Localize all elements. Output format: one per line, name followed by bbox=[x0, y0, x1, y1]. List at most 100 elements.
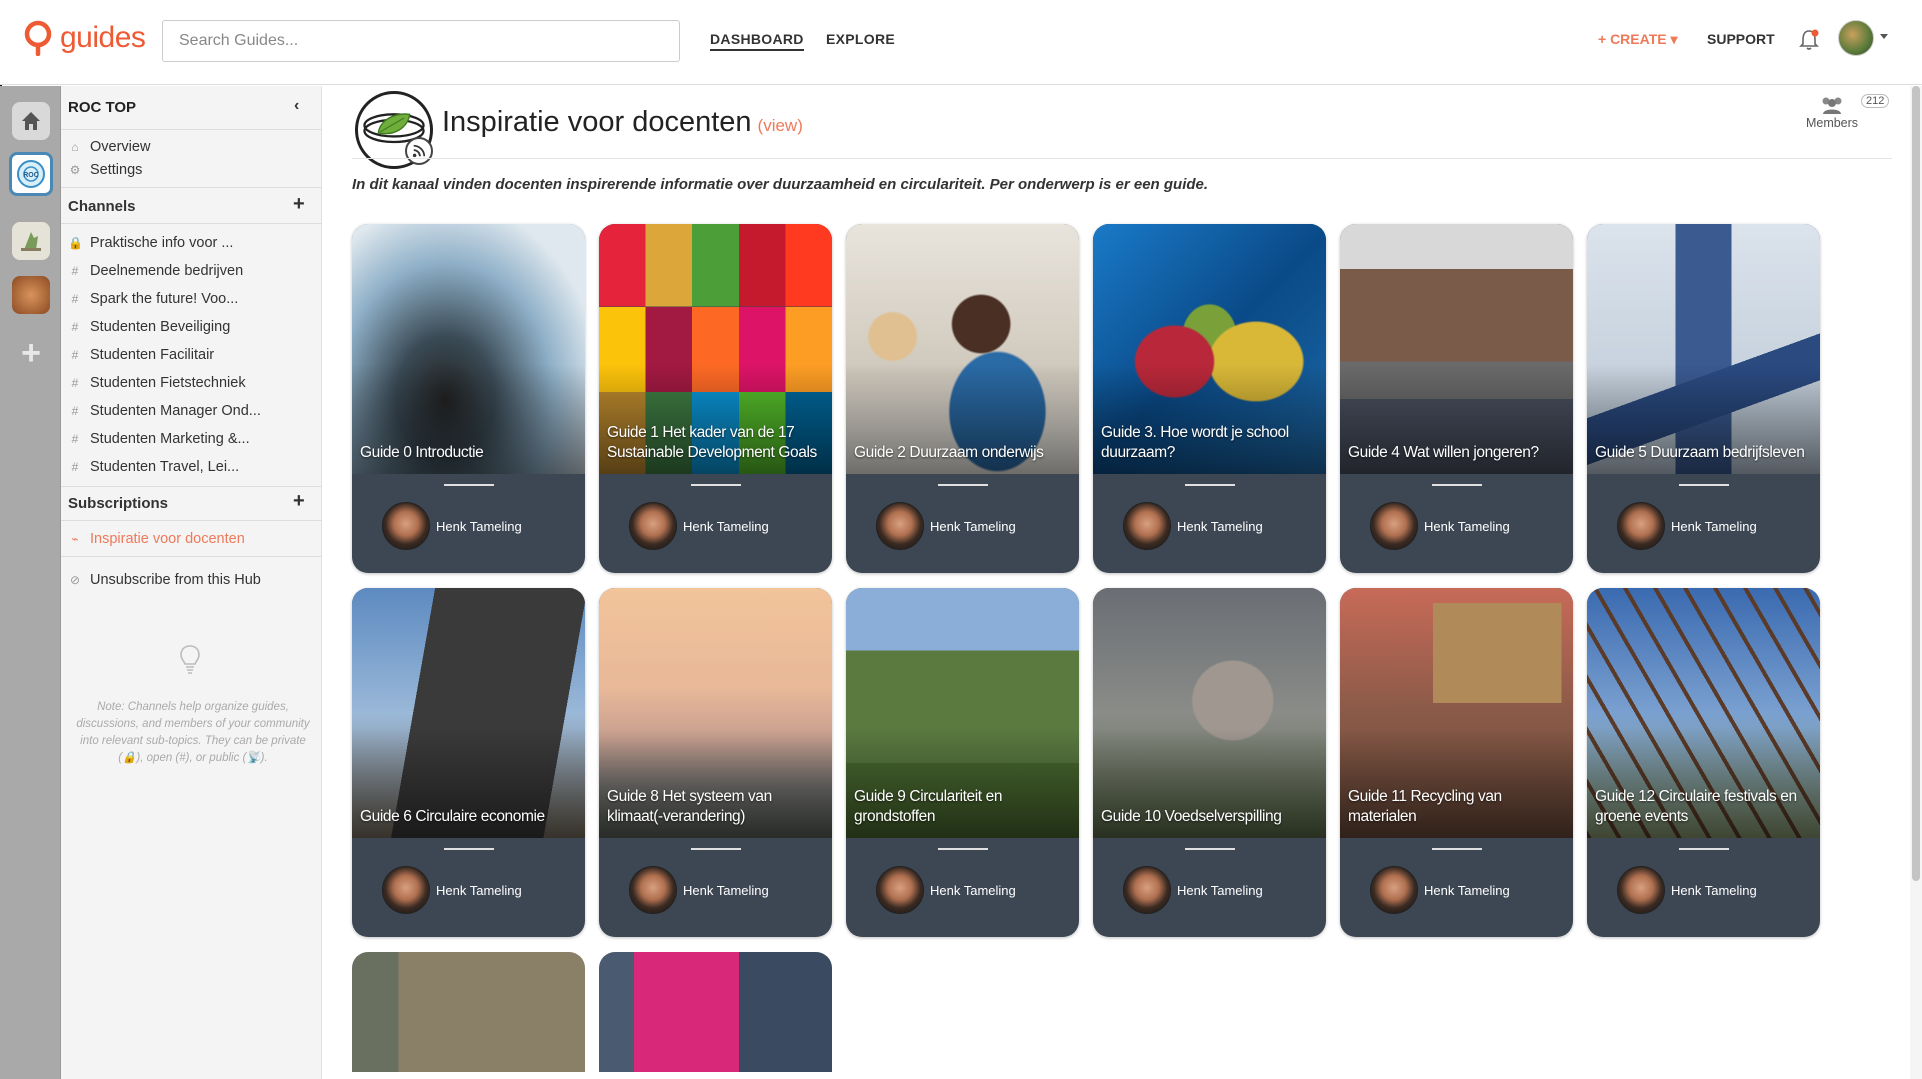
hub-logo-icon bbox=[21, 232, 41, 251]
guide-card[interactable]: Guide 6 Circulaire economie Henk Tamelin… bbox=[352, 588, 585, 937]
channels-heading: Channels bbox=[68, 198, 136, 215]
guide-card[interactable]: Guide 1 Het kader van de 17 Sustainable … bbox=[599, 224, 832, 573]
sidebar-channel-item[interactable]: # Studenten Facilitair bbox=[68, 347, 214, 363]
hub-roc-top[interactable]: ROC bbox=[9, 152, 53, 196]
sidebar-subscription-item[interactable]: ⌁ Inspiratie voor docenten bbox=[68, 531, 245, 547]
nav-explore[interactable]: EXPLORE bbox=[826, 31, 895, 47]
guide-card[interactable]: Guide 0 Introductie Henk Tameling bbox=[352, 224, 585, 573]
sidebar-item-label: Praktische info voor ... bbox=[90, 235, 234, 251]
sidebar-channel-item[interactable]: # Studenten Marketing &... bbox=[68, 431, 250, 447]
guides-logo-icon bbox=[24, 20, 52, 56]
add-channel-icon[interactable]: + bbox=[293, 193, 305, 216]
guide-title: Guide 1 Het kader van de 17 Sustainable … bbox=[607, 424, 817, 461]
guide-cover-image bbox=[352, 224, 585, 474]
guide-card[interactable]: Guide 11 Recycling van materialen Henk T… bbox=[1340, 588, 1573, 937]
guide-author[interactable]: Henk Tameling bbox=[876, 866, 1016, 914]
author-avatar bbox=[876, 502, 924, 550]
user-avatar[interactable] bbox=[1838, 20, 1874, 56]
nav-dashboard[interactable]: DASHBOARD bbox=[710, 31, 804, 51]
create-button[interactable]: + CREATE ▾ bbox=[1598, 31, 1678, 48]
unsubscribe-label: Unsubscribe from this Hub bbox=[90, 572, 261, 588]
guide-author[interactable]: Henk Tameling bbox=[629, 502, 769, 550]
sidebar-item-overview[interactable]: ⌂ Overview bbox=[68, 139, 150, 155]
author-name: Henk Tameling bbox=[1424, 882, 1510, 898]
guide-card[interactable]: Guide 10 Voedselverspilling Henk Tamelin… bbox=[1093, 588, 1326, 937]
divider bbox=[938, 848, 988, 850]
collapse-sidebar-icon[interactable]: ‹ bbox=[294, 97, 299, 115]
sidebar-channel-item[interactable]: # Spark the future! Voo... bbox=[68, 291, 239, 307]
sidebar-channel-item[interactable]: # Deelnemende bedrijven bbox=[68, 263, 244, 279]
guides-logo[interactable]: guides bbox=[24, 20, 146, 56]
sidebar-item-label: Inspiratie voor docenten bbox=[90, 531, 245, 547]
author-avatar bbox=[1123, 502, 1171, 550]
guide-card[interactable]: Guide 9 Circulariteit en grondstoffen He… bbox=[846, 588, 1079, 937]
guide-card[interactable]: Guide 3. Hoe wordt je school duurzaam? H… bbox=[1093, 224, 1326, 573]
sidebar-channel-item[interactable]: # Studenten Fietstechniek bbox=[68, 375, 246, 391]
page-scrollbar[interactable] bbox=[1910, 86, 1922, 1079]
guide-author[interactable]: Henk Tameling bbox=[382, 502, 522, 550]
unsubscribe-link[interactable]: ⊘ Unsubscribe from this Hub bbox=[68, 572, 261, 588]
nav-support[interactable]: SUPPORT bbox=[1707, 31, 1775, 47]
sidebar-channel-item[interactable]: # Studenten Beveiliging bbox=[68, 319, 231, 335]
divider bbox=[1432, 848, 1482, 850]
guide-card[interactable]: Guide 4 Wat willen jongeren? Henk Tameli… bbox=[1340, 224, 1573, 573]
author-avatar bbox=[382, 502, 430, 550]
guide-title: Guide 10 Voedselverspilling bbox=[1101, 808, 1282, 825]
guide-author[interactable]: Henk Tameling bbox=[1370, 866, 1510, 914]
members-button[interactable]: 212 Members bbox=[1797, 94, 1890, 130]
search-input[interactable] bbox=[162, 20, 680, 62]
divider bbox=[938, 484, 988, 486]
members-label: Members bbox=[1805, 116, 1859, 130]
sidebar-item-settings[interactable]: ⚙ Settings bbox=[68, 162, 143, 178]
sidebar-item-label: Studenten Fietstechniek bbox=[90, 375, 246, 391]
sidebar-channel-item[interactable]: # Studenten Manager Ond... bbox=[68, 403, 261, 419]
rss-icon: ⌁ bbox=[71, 532, 79, 546]
guide-author[interactable]: Henk Tameling bbox=[876, 502, 1016, 550]
guide-cover-image bbox=[1587, 224, 1820, 474]
divider bbox=[1679, 484, 1729, 486]
divider bbox=[61, 486, 322, 487]
guide-card-partial[interactable] bbox=[599, 952, 832, 1072]
guide-author[interactable]: Henk Tameling bbox=[382, 866, 522, 914]
guide-title: Guide 2 Duurzaam onderwijs bbox=[854, 444, 1044, 461]
home-icon[interactable] bbox=[12, 102, 50, 140]
guide-author[interactable]: Henk Tameling bbox=[1617, 866, 1757, 914]
guide-card-partial[interactable] bbox=[352, 952, 585, 1072]
scrollbar-thumb[interactable] bbox=[1912, 86, 1920, 881]
add-subscription-icon[interactable]: + bbox=[293, 490, 305, 513]
hub-third[interactable] bbox=[12, 276, 50, 314]
author-name: Henk Tameling bbox=[930, 518, 1016, 534]
author-avatar bbox=[1370, 502, 1418, 550]
sidebar-channel-item[interactable]: 🔒 Praktische info voor ... bbox=[68, 235, 233, 251]
guide-title: Guide 3. Hoe wordt je school duurzaam? bbox=[1101, 424, 1289, 461]
author-avatar bbox=[1123, 866, 1171, 914]
divider bbox=[1185, 484, 1235, 486]
guide-author[interactable]: Henk Tameling bbox=[1370, 502, 1510, 550]
guide-author[interactable]: Henk Tameling bbox=[629, 866, 769, 914]
guide-author[interactable]: Henk Tameling bbox=[1617, 502, 1757, 550]
sidebar-channel-item[interactable]: # Studenten Travel, Lei... bbox=[68, 459, 239, 475]
sidebar-item-label: Studenten Marketing &... bbox=[90, 431, 250, 447]
chevron-down-icon[interactable] bbox=[1880, 34, 1888, 39]
notification-bell-icon[interactable] bbox=[1798, 28, 1820, 52]
divider bbox=[61, 556, 322, 557]
guide-author[interactable]: Henk Tameling bbox=[1123, 866, 1263, 914]
author-name: Henk Tameling bbox=[436, 518, 522, 534]
hub-second[interactable] bbox=[12, 222, 50, 260]
view-link[interactable]: (view) bbox=[758, 116, 803, 135]
top-navbar: guides DASHBOARD EXPLORE + CREATE ▾ SUPP… bbox=[0, 0, 1922, 85]
add-hub-icon[interactable]: + bbox=[12, 334, 50, 372]
guide-card[interactable]: Guide 5 Duurzaam bedrijfsleven Henk Tame… bbox=[1587, 224, 1820, 573]
divider bbox=[61, 129, 322, 130]
lock-icon: 🔒 bbox=[68, 236, 83, 250]
rss-icon[interactable] bbox=[405, 137, 433, 165]
guide-card[interactable]: Guide 12 Circulaire festivals en groene … bbox=[1587, 588, 1820, 937]
guide-cover-image bbox=[1093, 588, 1326, 838]
author-avatar bbox=[629, 866, 677, 914]
guide-title: Guide 5 Duurzaam bedrijfsleven bbox=[1595, 444, 1805, 461]
guide-card[interactable]: Guide 8 Het systeem van klimaat(-verande… bbox=[599, 588, 832, 937]
channel-main: Inspiratie voor docenten (view) 212 Membe… bbox=[322, 86, 1910, 1079]
guide-author[interactable]: Henk Tameling bbox=[1123, 502, 1263, 550]
author-name: Henk Tameling bbox=[683, 518, 769, 534]
guide-card[interactable]: Guide 2 Duurzaam onderwijs Henk Tameling bbox=[846, 224, 1079, 573]
